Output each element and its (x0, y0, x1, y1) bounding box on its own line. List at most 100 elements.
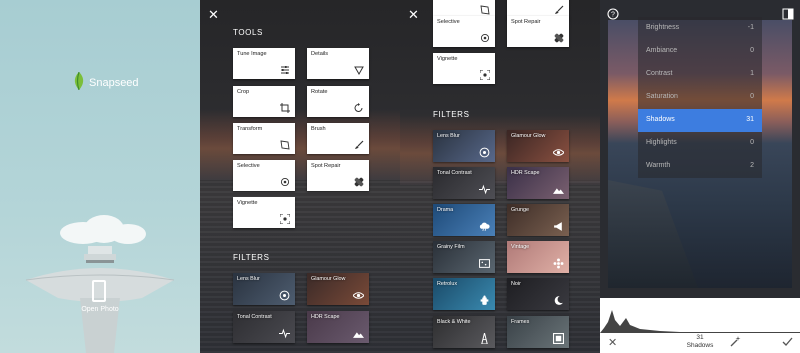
tool-label: Selective (437, 19, 460, 25)
mountain-icon (353, 332, 364, 338)
adjustment-value: 0 (750, 47, 754, 54)
tool-label: Tune Image (237, 51, 267, 57)
tool-selective[interactable]: Selective (433, 16, 495, 47)
apply-check-icon[interactable] (782, 336, 793, 347)
app-name: Snapseed (89, 77, 139, 89)
compare-icon[interactable] (782, 8, 794, 20)
tool-spot-repair[interactable]: Spot Repair (507, 16, 569, 47)
adjustment-brightness[interactable]: Brightness -1 (638, 17, 762, 40)
frame-icon (553, 333, 564, 344)
bandage-icon (554, 33, 564, 43)
tool-vignette[interactable]: Vignette (233, 197, 295, 228)
filter-frames[interactable]: Frames (507, 316, 569, 348)
transform-icon (480, 5, 490, 15)
adjustment-label: Contrast (646, 70, 673, 77)
svg-text:?: ? (611, 12, 615, 19)
cancel-icon[interactable]: ✕ (608, 336, 617, 349)
filter-hdr-scape[interactable]: HDR Scape (507, 167, 569, 199)
filter-hdr-scape[interactable]: HDR Scape (307, 311, 369, 343)
adjustment-label: Ambiance (646, 47, 678, 54)
tool-details[interactable]: Details (307, 48, 369, 79)
filter-tonal-contrast[interactable]: Tonal Contrast (233, 311, 295, 343)
filter-noir[interactable]: Noir (507, 278, 569, 310)
transform-icon (280, 140, 290, 150)
adjustment-label: Highlights (646, 139, 677, 146)
filters-heading: FILTERS (433, 110, 470, 119)
tool-rotate[interactable]: Rotate (307, 86, 369, 117)
tool-spot-repair[interactable]: Spot Repair (307, 160, 369, 191)
sunset-backdrop (400, 115, 600, 185)
eye-icon (553, 149, 564, 156)
tool-label: Crop (237, 89, 250, 95)
tool-label: Selective (237, 163, 260, 169)
moon-icon (554, 296, 563, 305)
filter-glamour-glow[interactable]: Glamour Glow (507, 130, 569, 162)
flower-icon (553, 258, 564, 269)
tool-transform[interactable]: Transform (233, 123, 295, 154)
filter-label: Frames (511, 319, 530, 325)
tool-label: Vignette (437, 56, 458, 62)
adjustment-label: Saturation (646, 93, 678, 100)
close-icon[interactable]: ✕ (408, 8, 419, 21)
filter-tonal-contrast[interactable]: Tonal Contrast (433, 167, 495, 199)
bandage-icon (354, 177, 364, 187)
vignette-icon (280, 214, 290, 224)
sliders-icon (281, 66, 289, 74)
filter-lens-blur[interactable]: Lens Blur (233, 273, 295, 305)
tool-crop[interactable]: Crop (233, 86, 295, 117)
tool-label: Vignette (237, 200, 258, 206)
open-photo-label: Open Photo (81, 306, 119, 313)
adjustment-value: 0 (750, 139, 754, 146)
filter-label: Glamour Glow (511, 133, 546, 139)
tools-screen: ✕ TOOLS Tune Image Details Crop Rotate T… (200, 0, 400, 353)
filter-label: Retrolux (437, 281, 458, 287)
vignette-icon (480, 70, 490, 80)
tool-label: Transform (237, 126, 263, 132)
sea-backdrop (200, 180, 400, 353)
filters-heading: FILTERS (233, 253, 270, 262)
help-icon[interactable]: ? (607, 8, 619, 20)
adjustment-ambiance[interactable]: Ambiance 0 (638, 40, 762, 63)
adjustment-shadows[interactable]: Shadows 31 (638, 109, 762, 132)
tool-brush[interactable]: Brush (307, 123, 369, 154)
filter-lens-blur[interactable]: Lens Blur (433, 130, 495, 162)
adjustment-value: 1 (750, 70, 754, 77)
filter-label: Black & White (437, 319, 471, 325)
filter-label: Noir (511, 281, 521, 287)
filter-label: Lens Blur (437, 133, 460, 139)
adjustment-contrast[interactable]: Contrast 1 (638, 63, 762, 86)
tool-selective[interactable]: Selective (233, 160, 295, 191)
adjustment-value: 0 (750, 93, 754, 100)
filter-retrolux[interactable]: Retrolux (433, 278, 495, 310)
filter-glamour-glow[interactable]: Glamour Glow (307, 273, 369, 305)
splash-screen: Snapseed Open Photo (0, 0, 200, 353)
eye-icon (353, 292, 364, 299)
magic-wand-icon[interactable] (730, 336, 741, 347)
close-icon[interactable]: ✕ (208, 8, 219, 21)
filter-black-and-white[interactable]: Black & White (433, 316, 495, 348)
filter-grunge[interactable]: Grunge (507, 204, 569, 236)
adjustment-saturation[interactable]: Saturation 0 (638, 86, 762, 109)
megaphone-icon (554, 222, 562, 231)
sunset-backdrop (200, 110, 400, 180)
tool-vignette[interactable]: Vignette (433, 53, 495, 84)
pulse-icon (279, 328, 290, 339)
filter-label: Lens Blur (237, 276, 260, 282)
adjustment-value: 31 (746, 116, 754, 123)
filter-grainy-film[interactable]: Grainy Film (433, 241, 495, 273)
hydrant-icon (480, 295, 489, 305)
current-adjustment: 31 Shadows (680, 334, 720, 350)
tool-label: Rotate (311, 89, 328, 95)
histogram (600, 298, 800, 333)
open-photo-button[interactable]: Open Photo (72, 280, 128, 320)
tool-label: Brush (311, 126, 326, 132)
adjustment-warmth[interactable]: Warmth 2 (638, 155, 762, 178)
adjustment-value: -1 (747, 24, 754, 31)
filter-vintage[interactable]: Vintage (507, 241, 569, 273)
tower-icon (481, 333, 488, 344)
adjustment-highlights[interactable]: Highlights 0 (638, 132, 762, 155)
brush-icon (355, 140, 364, 149)
filter-drama[interactable]: Drama (433, 204, 495, 236)
tool-label: Spot Repair (511, 19, 541, 25)
tool-tune-image[interactable]: Tune Image (233, 48, 295, 79)
